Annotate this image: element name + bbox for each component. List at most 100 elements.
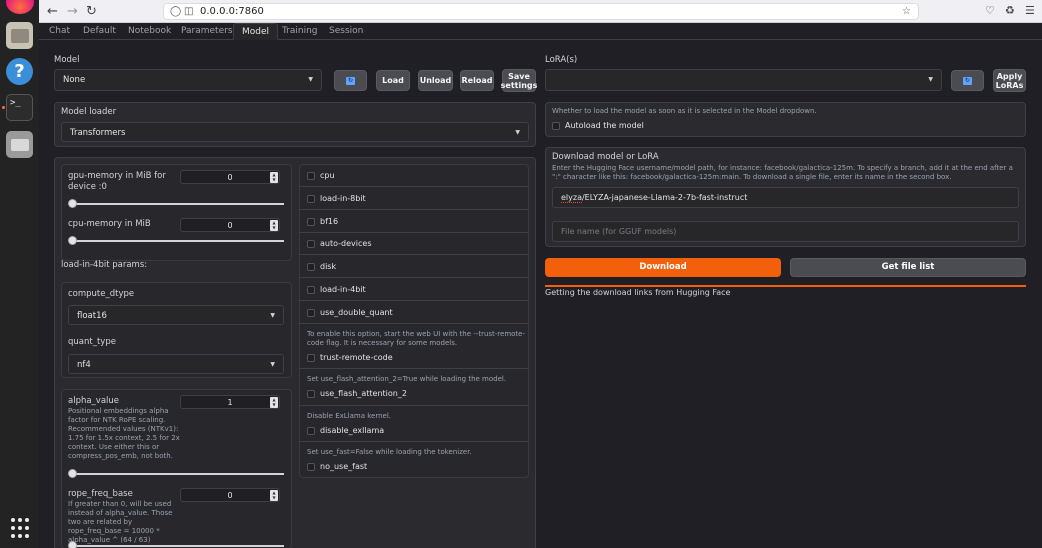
load-in-4bit-checkbox[interactable] xyxy=(307,286,315,294)
loader-selected: Transformers xyxy=(70,128,126,138)
trust-remote-code-label: trust-remote-code xyxy=(320,353,393,362)
use-double-quant-label: use_double_quant xyxy=(320,308,393,317)
cpu-memory-input[interactable]: 0 ▲ ▼ xyxy=(180,218,280,232)
alpha-value-slider-thumb[interactable] xyxy=(68,469,77,478)
help-icon[interactable]: ? xyxy=(6,58,33,85)
auto-devices-label: auto-devices xyxy=(320,239,372,248)
url-bar[interactable]: ◯ ◫ 0.0.0.0:7860 ☆ xyxy=(163,3,919,20)
alpha-value-value: 1 xyxy=(227,398,233,407)
gpu-memory-input[interactable]: 0 ▲ ▼ xyxy=(180,170,280,184)
tab-training[interactable]: Training xyxy=(274,23,326,40)
cpu-memory-slider[interactable] xyxy=(72,240,284,242)
model-dropdown[interactable]: None ▼ xyxy=(54,69,322,91)
gpu-memory-label: gpu-memory in MiB for device :0 xyxy=(68,171,166,192)
page-info-icon[interactable]: ◫ xyxy=(184,6,193,18)
cpu-memory-value: 0 xyxy=(227,221,233,230)
disk-checkbox[interactable] xyxy=(307,263,315,271)
refresh-loras-button[interactable]: ↻ xyxy=(951,70,984,91)
repo-text-prefix: elyza xyxy=(561,193,582,203)
model-label: Model xyxy=(54,55,80,65)
compute-dtype-dropdown[interactable]: float16 ▼ xyxy=(68,305,284,325)
disable-exllama-checkbox[interactable] xyxy=(307,427,315,435)
cpu-checkbox[interactable] xyxy=(307,172,315,180)
reload-icon[interactable]: ↻ xyxy=(86,4,97,19)
refresh-models-button[interactable]: ↻ xyxy=(334,70,367,91)
chevron-down-icon: ▼ xyxy=(270,312,275,319)
alpha-value-input[interactable]: 1 ▲ ▼ xyxy=(180,395,280,409)
model-loader-label: Model loader xyxy=(61,107,117,117)
auto-devices-checkbox[interactable] xyxy=(307,240,315,248)
files-icon[interactable] xyxy=(6,22,33,49)
load-button[interactable]: Load xyxy=(376,70,410,91)
cpu-memory-slider-thumb[interactable] xyxy=(68,236,77,245)
firefox-icon[interactable] xyxy=(6,0,34,14)
trust-remote-code-checkbox[interactable] xyxy=(307,354,315,362)
back-icon[interactable]: ← xyxy=(47,4,58,19)
divider xyxy=(299,405,529,406)
reload-button[interactable]: Reload xyxy=(460,70,494,91)
extensions-icon[interactable]: ♻ xyxy=(1005,4,1015,18)
tab-chat[interactable]: Chat xyxy=(41,23,78,40)
refresh-icon: ↻ xyxy=(963,76,972,85)
forward-icon[interactable]: → xyxy=(67,4,78,19)
autoload-checkbox[interactable] xyxy=(552,122,560,130)
tab-notebook[interactable]: Notebook xyxy=(120,23,179,40)
download-status: Getting the download links from Hugging … xyxy=(545,288,731,297)
webui-page: Chat Default Notebook Parameters Model T… xyxy=(39,23,1042,548)
divider xyxy=(299,277,529,278)
rope-freq-base-value: 0 xyxy=(227,491,233,500)
quant-type-dropdown[interactable]: nf4 ▼ xyxy=(68,354,284,374)
lora-dropdown[interactable]: ▼ xyxy=(545,69,942,91)
rope-freq-base-input[interactable]: 0 ▲ ▼ xyxy=(180,488,280,502)
show-apps-icon[interactable] xyxy=(10,518,30,538)
get-file-list-button[interactable]: Get file list xyxy=(790,258,1026,277)
file-name-input[interactable]: File name (for GGUF models) xyxy=(552,221,1019,242)
bf16-label: bf16 xyxy=(320,217,339,226)
model-loader-dropdown[interactable]: Transformers ▼ xyxy=(61,122,529,142)
cpu-label: cpu xyxy=(320,171,335,180)
disk-icon[interactable] xyxy=(6,131,33,158)
use-double-quant-checkbox[interactable] xyxy=(307,309,315,317)
bf16-checkbox[interactable] xyxy=(307,218,315,226)
chevron-down-icon: ▼ xyxy=(928,76,933,83)
chevron-down-icon: ▼ xyxy=(515,129,520,136)
menu-icon[interactable]: ☰ xyxy=(1025,4,1035,18)
load-in-8bit-checkbox[interactable] xyxy=(307,195,315,203)
spinner-icon[interactable]: ▲ ▼ xyxy=(270,220,278,231)
gpu-memory-slider-thumb[interactable] xyxy=(68,199,77,208)
no-use-fast-checkbox[interactable] xyxy=(307,463,315,471)
tab-model[interactable]: Model xyxy=(233,23,279,40)
gpu-memory-slider[interactable] xyxy=(72,203,284,205)
spinner-icon[interactable]: ▲ ▼ xyxy=(270,397,278,408)
chevron-down-icon: ▼ xyxy=(270,361,275,368)
lora-label: LoRA(s) xyxy=(545,55,578,65)
tab-parameters[interactable]: Parameters xyxy=(173,23,241,40)
tab-default[interactable]: Default xyxy=(75,23,124,40)
terminal-icon[interactable]: >_ xyxy=(6,94,33,121)
use-flash-attention-2-checkbox[interactable] xyxy=(307,390,315,398)
ubuntu-dock: ? >_ xyxy=(0,0,39,548)
flash-attention-info: Set use_flash_attention_2=True while loa… xyxy=(307,375,507,383)
alpha-value-label: alpha_value xyxy=(68,396,120,406)
bookmark-star-icon[interactable]: ☆ xyxy=(902,6,911,18)
model-repo-input[interactable]: elyza/ELYZA-japanese-Llama-2-7b-fast-ins… xyxy=(552,187,1019,208)
download-title: Download model or LoRA xyxy=(552,152,659,162)
spinner-icon[interactable]: ▲ ▼ xyxy=(270,490,278,501)
alpha-value-slider[interactable] xyxy=(72,473,284,475)
spinner-icon[interactable]: ▲ ▼ xyxy=(270,172,278,183)
unload-button[interactable]: Unload xyxy=(418,70,453,91)
apply-loras-button[interactable]: Apply LoRAs xyxy=(993,69,1026,92)
rope-freq-base-slider[interactable] xyxy=(72,545,284,547)
download-button[interactable]: Download xyxy=(545,258,781,277)
no-use-fast-label: no_use_fast xyxy=(320,462,368,471)
load-in-8bit-label: load-in-8bit xyxy=(320,194,366,203)
disk-label: disk xyxy=(320,262,337,271)
quant-type-label: quant_type xyxy=(68,337,116,347)
tab-session[interactable]: Session xyxy=(321,23,371,40)
rope-freq-base-slider-thumb[interactable] xyxy=(68,541,77,548)
pocket-icon[interactable]: ♡ xyxy=(985,4,995,18)
divider xyxy=(299,209,529,210)
save-settings-button[interactable]: Save settings xyxy=(501,69,537,92)
alpha-value-info: Positional embeddings alpha factor for N… xyxy=(68,407,180,460)
shield-icon[interactable]: ◯ xyxy=(170,6,181,18)
